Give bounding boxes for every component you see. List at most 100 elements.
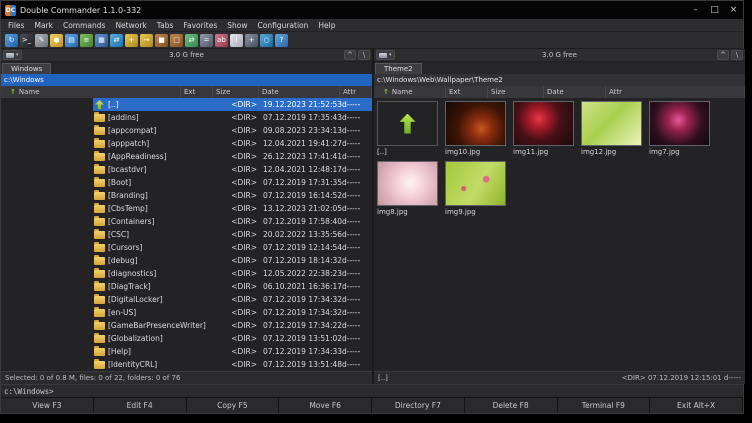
file-row[interactable]: [CSC]<DIR>20.02.2022 13:35:56d----- [1, 228, 372, 241]
menu-item-tabs[interactable]: Tabs [152, 21, 179, 30]
right-path-bar[interactable]: c:\Windows\Web\Wallpaper\Theme2 [374, 74, 745, 86]
thumbnail-item[interactable]: [..] [377, 101, 445, 156]
fkey-button-terminal-f9[interactable]: Terminal F9 [558, 398, 651, 413]
quick-view-icon[interactable]: ▤ [65, 34, 78, 47]
pack-icon[interactable]: ■ [155, 34, 168, 47]
file-row[interactable]: [Globalization]<DIR>07.12.2019 13:51:02d… [1, 332, 372, 345]
tab-theme2[interactable]: Theme2 [375, 63, 422, 74]
menu-item-network[interactable]: Network [110, 21, 151, 30]
file-row[interactable]: [addins]<DIR>07.12.2019 17:35:43d----- [1, 111, 372, 124]
row-body: [diagnostics]<DIR>12.05.2022 22:38:23d--… [93, 267, 372, 280]
row-gutter [1, 98, 93, 111]
calculator-icon[interactable]: + [245, 34, 258, 47]
fkey-button-directory-f7[interactable]: Directory F7 [372, 398, 465, 413]
file-row[interactable]: [GameBarPresenceWriter]<DIR>07.12.2019 1… [1, 319, 372, 332]
menu-item-files[interactable]: Files [3, 21, 29, 30]
column-header-attr[interactable]: Attr [606, 86, 745, 98]
file-row[interactable]: [Boot]<DIR>07.12.2019 17:31:35d----- [1, 176, 372, 189]
file-row[interactable]: [DiagTrack]<DIR>06.10.2021 16:36:17d----… [1, 280, 372, 293]
properties-icon[interactable]: i [230, 34, 243, 47]
right-column-headers: ↑Name Ext Size Date Attr [374, 86, 745, 98]
column-header-size[interactable]: Size [488, 86, 544, 98]
file-attr: d----- [340, 295, 372, 304]
root-dir-button[interactable]: \ [358, 50, 370, 60]
menu-item-show[interactable]: Show [222, 21, 252, 30]
terminal-icon[interactable]: >_ [20, 34, 33, 47]
thumbnail-item[interactable]: img9.jpg [445, 161, 513, 216]
horizontal-panels-icon[interactable]: ▦ [95, 34, 108, 47]
file-row[interactable]: [Containers]<DIR>07.12.2019 17:58:40d---… [1, 215, 372, 228]
file-size: <DIR> [213, 256, 259, 265]
file-row[interactable]: [diagnostics]<DIR>12.05.2022 22:38:23d--… [1, 267, 372, 280]
thumbnail-item[interactable]: img11.jpg [513, 101, 581, 156]
parent-dir-button[interactable]: ^ [717, 50, 729, 60]
sync-dirs-icon[interactable]: ⇄ [185, 34, 198, 47]
column-header-ext[interactable]: Ext [446, 86, 488, 98]
thumbnail-item[interactable]: img12.jpg [581, 101, 649, 156]
file-row[interactable]: [..]<DIR>19.12.2023 21:52:53d----- [1, 98, 372, 111]
row-gutter [1, 358, 93, 371]
tab-windows[interactable]: Windows [2, 63, 51, 74]
menu-item-favorites[interactable]: Favorites [178, 21, 222, 30]
drive-button[interactable]: ▾ [3, 50, 22, 60]
drive-button[interactable]: ▾ [376, 50, 395, 60]
column-header-size[interactable]: Size [213, 86, 259, 98]
file-row[interactable]: [debug]<DIR>07.12.2019 18:14:32d----- [1, 254, 372, 267]
multi-rename-icon[interactable]: ab [215, 34, 228, 47]
root-dir-button[interactable]: \ [731, 50, 743, 60]
options-icon[interactable]: ✎ [35, 34, 48, 47]
file-name: [Branding] [108, 191, 148, 200]
column-header-ext[interactable]: Ext [181, 86, 213, 98]
compare-icon[interactable]: = [200, 34, 213, 47]
file-row[interactable]: [Help]<DIR>07.12.2019 17:34:33d----- [1, 345, 372, 358]
file-row[interactable]: [AppReadiness]<DIR>26.12.2023 17:41:41d-… [1, 150, 372, 163]
title-bar[interactable]: DC Double Commander 1.1.0-332 –□× [1, 1, 743, 19]
fkey-button-view-f3[interactable]: View F3 [1, 398, 94, 413]
window-title: Double Commander 1.1.0-332 [20, 6, 141, 15]
image-thumbnail [445, 161, 506, 206]
menu-item-mark[interactable]: Mark [29, 21, 58, 30]
file-row[interactable]: [bcastdvr]<DIR>12.04.2021 12:48:17d----- [1, 163, 372, 176]
minimize-button[interactable]: – [686, 1, 705, 19]
fkey-button-copy-f5[interactable]: Copy F5 [187, 398, 280, 413]
parent-dir-button[interactable]: ^ [344, 50, 356, 60]
file-size: <DIR> [213, 269, 259, 278]
maximize-button[interactable]: □ [705, 1, 724, 19]
function-key-bar: View F3Edit F4Copy F5Move F6Directory F7… [1, 397, 743, 413]
refresh-icon[interactable]: ↻ [5, 34, 18, 47]
close-button[interactable]: × [724, 1, 743, 19]
find-files-icon[interactable]: ● [50, 34, 63, 47]
fkey-button-move-f6[interactable]: Move F6 [279, 398, 372, 413]
file-row[interactable]: [CbsTemp]<DIR>13.12.2023 21:02:05d----- [1, 202, 372, 215]
help-icon[interactable]: ? [275, 34, 288, 47]
menu-item-help[interactable]: Help [313, 21, 340, 30]
file-row[interactable]: [IdentityCRL]<DIR>07.12.2019 13:51:48d--… [1, 358, 372, 371]
fkey-button-edit-f4[interactable]: Edit F4 [94, 398, 187, 413]
column-header-date[interactable]: Date [259, 86, 340, 98]
fkey-button-delete-f8[interactable]: Delete F8 [465, 398, 558, 413]
left-path-bar[interactable]: c:\Windows [1, 74, 372, 86]
column-header-date[interactable]: Date [544, 86, 606, 98]
file-row[interactable]: [Cursors]<DIR>07.12.2019 12:14:54d----- [1, 241, 372, 254]
swap-panels-icon[interactable]: ⇄ [110, 34, 123, 47]
column-header-name[interactable]: ↑Name [1, 86, 181, 98]
copy-icon[interactable]: + [125, 34, 138, 47]
file-row[interactable]: [DigitalLocker]<DIR>07.12.2019 17:34:32d… [1, 293, 372, 306]
thumbnail-item[interactable]: img10.jpg [445, 101, 513, 156]
file-row[interactable]: [en-US]<DIR>07.12.2019 17:34:32d----- [1, 306, 372, 319]
column-header-name[interactable]: ↑Name [374, 86, 446, 98]
file-row[interactable]: [apppatch]<DIR>12.04.2021 19:41:27d----- [1, 137, 372, 150]
menu-item-commands[interactable]: Commands [58, 21, 110, 30]
thumbnail-item[interactable]: img7.jpg [649, 101, 717, 156]
fkey-button-exit-alt-x[interactable]: Exit Alt+X [650, 398, 743, 413]
menu-item-configuration[interactable]: Configuration [253, 21, 314, 30]
network-icon[interactable]: ○ [260, 34, 273, 47]
file-row[interactable]: [Branding]<DIR>07.12.2019 16:14:52d----- [1, 189, 372, 202]
unpack-icon[interactable]: □ [170, 34, 183, 47]
thumbnail-item[interactable]: img8.jpg [377, 161, 445, 216]
file-row[interactable]: [appcompat]<DIR>09.08.2023 23:34:13d----… [1, 124, 372, 137]
column-header-attr[interactable]: Attr [340, 86, 372, 98]
command-line-input[interactable] [57, 386, 740, 397]
move-icon[interactable]: → [140, 34, 153, 47]
tree-view-icon[interactable]: ≡ [80, 34, 93, 47]
